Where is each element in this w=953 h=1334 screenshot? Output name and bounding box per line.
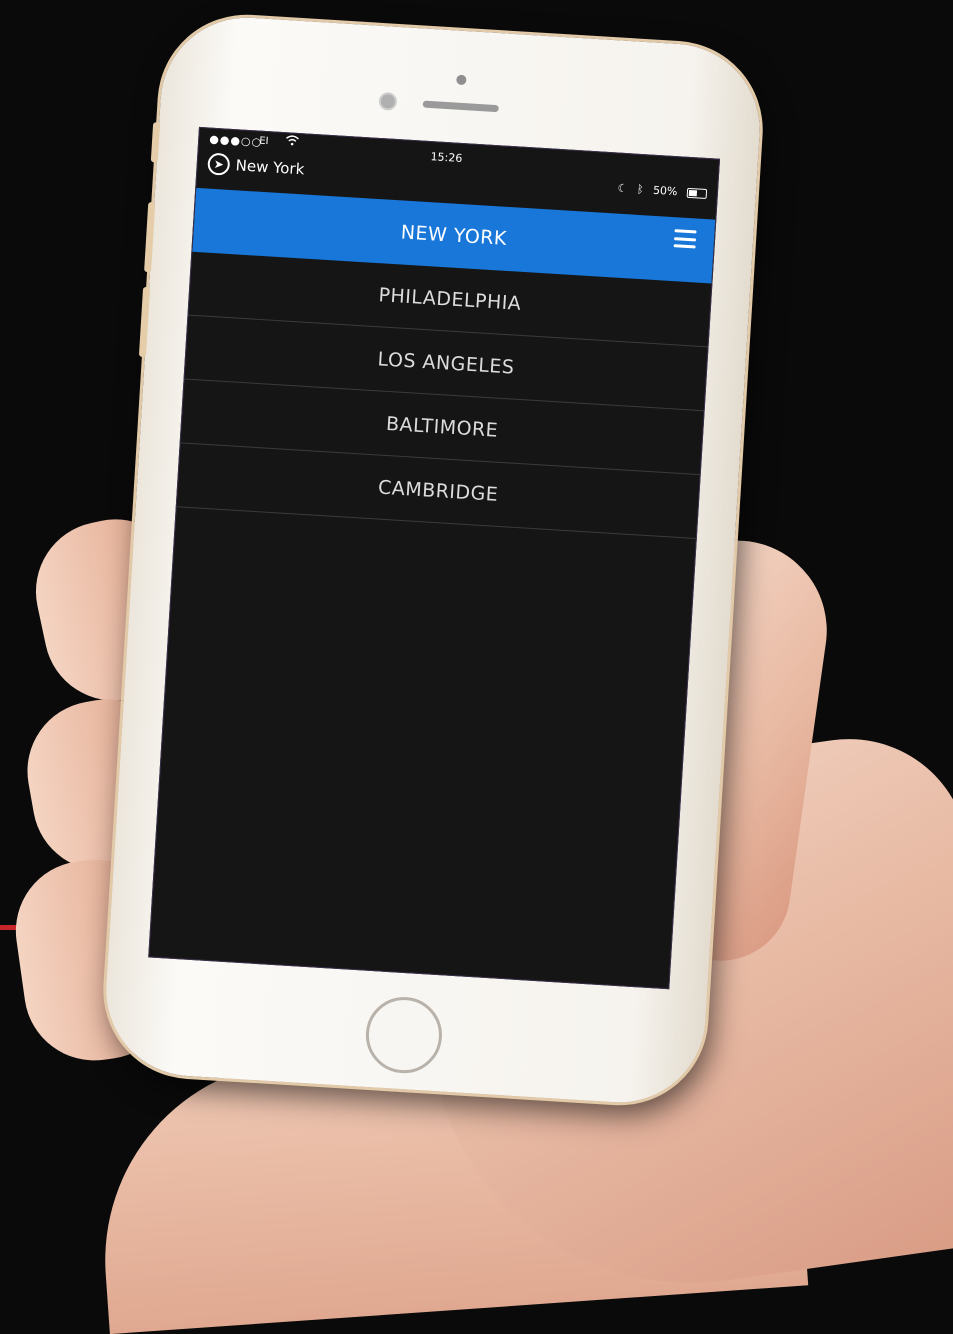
signal-strength: ●●●○○ bbox=[208, 132, 263, 149]
battery-icon bbox=[686, 187, 708, 200]
phone-screen: ●●●○○ EI 15:26 ☾ ᛒ 50% ➤ New York NEW YO… bbox=[148, 126, 721, 990]
navigation-arrow-icon: ➤ bbox=[207, 152, 231, 176]
menu-item-label: PHILADELPHIA bbox=[377, 283, 522, 315]
wifi-icon bbox=[285, 134, 300, 151]
smartphone: ●●●○○ EI 15:26 ☾ ᛒ 50% ➤ New York NEW YO… bbox=[101, 12, 765, 1108]
bluetooth-icon: ᛒ bbox=[636, 182, 644, 197]
location-label: New York bbox=[235, 156, 305, 179]
menu-item-label: CAMBRIDGE bbox=[377, 476, 499, 506]
hamburger-icon[interactable] bbox=[673, 229, 697, 249]
carrier-name: EI bbox=[258, 135, 269, 148]
menu-item-label: LOS ANGELES bbox=[376, 347, 516, 379]
status-right-group: ☾ ᛒ 50% bbox=[617, 181, 708, 200]
moon-icon: ☾ bbox=[617, 181, 628, 196]
current-location[interactable]: ➤ New York bbox=[207, 151, 305, 183]
status-time: 15:26 bbox=[430, 150, 463, 166]
battery-percent: 50% bbox=[652, 183, 678, 199]
menu-item-label: BALTIMORE bbox=[385, 412, 499, 442]
menu-item-label: NEW YORK bbox=[400, 221, 508, 250]
